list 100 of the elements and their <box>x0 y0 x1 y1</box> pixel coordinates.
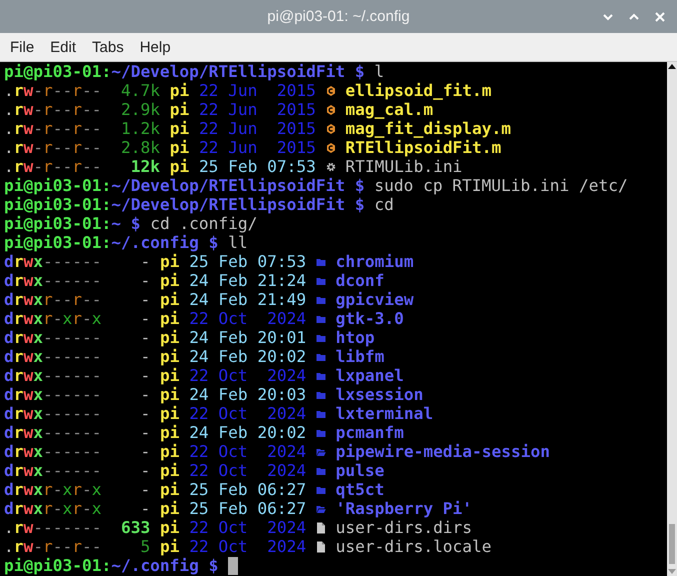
file-size: - <box>139 290 150 309</box>
file-date: 22 Jun 2015 <box>198 119 316 138</box>
file-date: 22 Jun 2015 <box>198 81 316 100</box>
file-size: - <box>139 442 150 461</box>
file-size: 633 <box>120 518 150 537</box>
file-size: - <box>139 461 150 480</box>
code-file-icon <box>326 140 336 154</box>
code-file-icon <box>326 84 336 98</box>
file-owner: pi <box>170 100 190 119</box>
file-owner: pi <box>160 290 180 309</box>
file-owner: pi <box>170 81 190 100</box>
file-size: - <box>139 328 150 347</box>
file-date: 22 Oct 2024 <box>189 461 306 480</box>
file-owner: pi <box>160 480 180 499</box>
file-size: 5 <box>139 537 150 556</box>
file-owner: pi <box>170 157 190 176</box>
permissions-text: drwxr-xr-x <box>4 499 102 518</box>
file-owner: pi <box>160 537 180 556</box>
menu-item[interactable]: File <box>2 36 42 58</box>
permissions-text: drwx------ <box>4 385 102 404</box>
file-size: 2.9k <box>120 100 160 119</box>
menu-item[interactable]: Tabs <box>84 36 132 58</box>
file-name: htop <box>336 328 375 347</box>
file-size: 1.2k <box>120 119 160 138</box>
permissions-text: drwx------ <box>4 271 102 290</box>
file-owner: pi <box>160 423 180 442</box>
prompt-line: pi@pi03-01:~ $ cd .config/ <box>4 214 258 233</box>
file-size: - <box>139 252 150 271</box>
file-size: 4.7k <box>120 81 160 100</box>
file-owner: pi <box>160 385 180 404</box>
file-date: 25 Feb 06:27 <box>189 480 306 499</box>
file-name: lxterminal <box>336 404 434 423</box>
file-date: 25 Feb 07:53 <box>189 252 306 271</box>
file-name: RTEllipsoidFit.m <box>345 138 502 157</box>
file-name: mag_fit_display.m <box>345 119 512 138</box>
file-name: 'Raspberry Pi' <box>336 499 472 518</box>
document-icon <box>316 540 326 554</box>
scrollbar[interactable] <box>667 62 677 576</box>
permissions-text: drwx------ <box>4 423 102 442</box>
file-name: mag_cal.m <box>345 100 434 119</box>
file-size: - <box>139 366 150 385</box>
file-name: gpicview <box>336 290 414 309</box>
file-owner: pi <box>160 499 180 518</box>
permissions-text: drwx------ <box>4 347 102 366</box>
prompt-line: pi@pi03-01:~/Develop/RTEllipsoidFit $ cd <box>4 195 394 214</box>
file-owner: pi <box>160 404 180 423</box>
permissions-text: drwx------ <box>4 404 102 423</box>
file-date: 24 Feb 20:02 <box>189 347 306 366</box>
file-date: 24 Feb 20:03 <box>189 385 306 404</box>
file-owner: pi <box>160 518 180 537</box>
file-name: user-dirs.locale <box>336 537 492 556</box>
scrollbar-thumb[interactable] <box>669 524 675 564</box>
file-size: 2.8k <box>120 138 160 157</box>
close-icon <box>654 10 666 22</box>
file-name: RTIMULib.ini <box>345 157 462 176</box>
permissions-text: drwxr-xr-x <box>4 309 102 328</box>
file-date: 24 Feb 21:24 <box>189 271 306 290</box>
document-icon <box>316 520 326 534</box>
file-date: 22 Oct 2024 <box>189 366 306 385</box>
file-size: 12k <box>130 157 160 176</box>
file-size: - <box>139 499 150 518</box>
file-owner: pi <box>170 138 190 157</box>
menu-item[interactable]: Help <box>132 36 179 58</box>
file-date: 22 Oct 2024 <box>189 309 306 328</box>
permissions-text: .rw-r--r-- <box>4 157 102 176</box>
file-size: - <box>139 309 150 328</box>
permissions-text: .rw------- <box>4 518 102 537</box>
scroll-down-icon[interactable] <box>667 568 677 576</box>
permissions-text: .rw-r--r-- <box>4 100 102 119</box>
file-size: - <box>139 271 150 290</box>
permissions-text: .rw-r--r-- <box>4 537 102 556</box>
code-file-icon <box>326 122 336 136</box>
permissions-text: .rw-r--r-- <box>4 81 102 100</box>
file-size: - <box>139 423 150 442</box>
permissions-text: drwxr--r-- <box>4 290 102 309</box>
file-date: 24 Feb 21:49 <box>189 290 306 309</box>
file-name: chromium <box>336 252 414 271</box>
file-date: 22 Oct 2024 <box>189 442 306 461</box>
permissions-text: drwxr-xr-x <box>4 480 102 499</box>
permissions-text: .rw-r--r-- <box>4 119 102 138</box>
permissions-text: drwx------ <box>4 442 102 461</box>
permissions-text: drwx------ <box>4 461 102 480</box>
file-date: 22 Oct 2024 <box>189 537 306 556</box>
file-date: 25 Feb 06:27 <box>189 499 306 518</box>
file-date: 24 Feb 20:02 <box>189 423 306 442</box>
file-name: gtk-3.0 <box>336 309 404 328</box>
code-file-icon <box>326 102 336 116</box>
file-owner: pi <box>160 271 180 290</box>
file-date: 24 Feb 20:01 <box>189 328 306 347</box>
file-name: pcmanfm <box>336 423 404 442</box>
file-name: dconf <box>336 271 384 290</box>
menu-item[interactable]: Edit <box>42 36 84 58</box>
permissions-text: drwx------ <box>4 366 102 385</box>
file-date: 25 Feb 07:53 <box>198 157 316 176</box>
prompt-line: pi@pi03-01:~/.config $ ll <box>4 233 248 252</box>
file-name: ellipsoid_fit.m <box>345 81 492 100</box>
permissions-text: drwx------ <box>4 252 102 271</box>
file-name: libfm <box>336 347 384 366</box>
file-size: - <box>139 385 150 404</box>
permissions-text: .rw-r--r-- <box>4 138 102 157</box>
